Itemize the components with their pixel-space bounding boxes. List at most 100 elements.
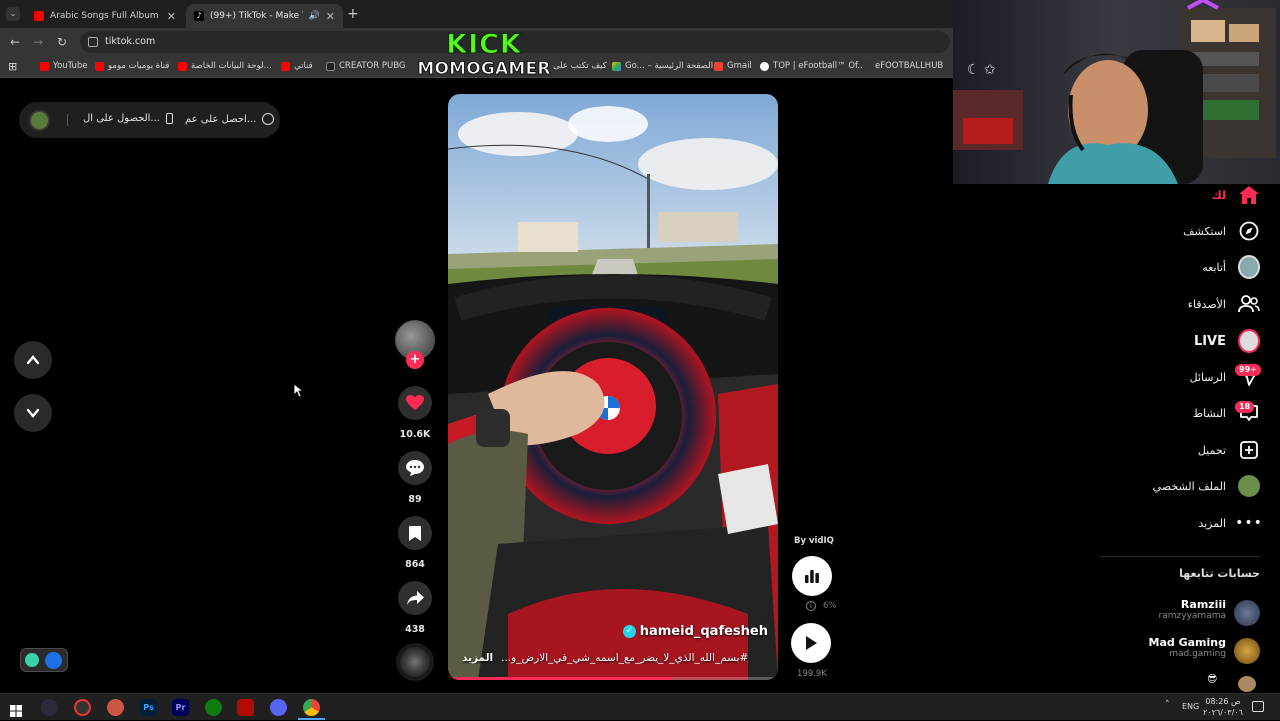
like-button[interactable] — [398, 386, 432, 420]
google-drive-icon — [612, 61, 621, 71]
bookmark-dashboard[interactable]: لوحة البيانات الخاصة... — [178, 61, 272, 71]
tab-arabic-songs[interactable]: Arabic Songs Full Album 🎵 Be ✕ — [26, 4, 184, 28]
account-mad-gaming[interactable]: Mad Gaming mad.gaming — [1149, 636, 1260, 664]
creator-row[interactable]: ✓ hameid_qafesheh — [622, 624, 768, 639]
account-avatar — [1234, 600, 1260, 626]
bookmark-youtube[interactable]: YouTube — [40, 61, 88, 71]
play-icon — [806, 636, 817, 650]
xbox-icon[interactable] — [205, 699, 222, 716]
account-ramziii[interactable]: Ramziii ramzyyamama — [1159, 598, 1260, 626]
caption-row: المزيد #بسم_الله_الذي_لا_يضر_مع_اسمه_شي_… — [462, 652, 768, 664]
account-avatar[interactable] — [1238, 676, 1256, 692]
premiere-icon[interactable]: Pr — [172, 699, 189, 716]
sound-disc[interactable] — [396, 643, 434, 681]
discord-icon[interactable] — [270, 699, 287, 716]
youtube-icon — [281, 61, 290, 71]
get-coins-button[interactable]: احصل على عم... — [185, 113, 275, 125]
tab-search-icon[interactable]: ⌄ — [6, 7, 20, 21]
comment-icon — [406, 460, 424, 476]
video-player[interactable]: ✓ hameid_qafesheh المزيد #بسم_الله_الذي_… — [448, 94, 778, 680]
bookmark-label: CREATOR PUBG — [339, 61, 406, 71]
play-button[interactable] — [791, 623, 831, 663]
notification-icon[interactable] — [1252, 701, 1264, 712]
nav-profile[interactable]: الملف الشخصي — [1153, 471, 1260, 501]
tab-tiktok[interactable]: ♪ (99+) TikTok - Make Your Da 🔊 ✕ — [186, 4, 343, 28]
nav-more[interactable]: المزيد ••• — [1198, 508, 1262, 538]
previous-video-button[interactable] — [14, 341, 52, 379]
obs-icon[interactable] — [41, 699, 58, 716]
language-indicator[interactable]: ENG — [1182, 702, 1199, 711]
clock[interactable]: 08:26 ص ٢٠٢٦/٠٣/٠٦ — [1202, 696, 1244, 718]
nav-label: الرسائل — [1189, 370, 1226, 384]
caption-more-link[interactable]: المزيد — [462, 652, 493, 664]
messages-badge: 99+ — [1235, 364, 1261, 376]
taskbar: Ps Pr ˄ ENG 08:26 ص ٢٠٢٦/٠٣/٠٦ — [0, 693, 1280, 720]
nav-following[interactable]: أتابعه — [1202, 252, 1260, 282]
bookmark-gmail[interactable]: Gmail — [714, 61, 752, 71]
live-avatar-icon — [1238, 329, 1260, 353]
windows-start-icon[interactable] — [10, 702, 22, 717]
nav-for-you[interactable]: لك — [1212, 180, 1260, 210]
chevron-up-icon — [26, 355, 40, 365]
video-progress-bar[interactable] — [448, 677, 778, 680]
creator-icon — [326, 61, 335, 71]
efootball-icon — [760, 61, 769, 71]
youtube-icon — [95, 61, 104, 71]
acrobat-icon[interactable] — [237, 699, 254, 716]
nav-upload[interactable]: تحميل — [1198, 435, 1260, 465]
streamer-name: MOMOGAMER — [417, 59, 551, 80]
bookmark-google-home[interactable]: Go... – الصفحة الرئيسية — [612, 61, 713, 71]
clock-time: 08:26 ص — [1205, 697, 1241, 706]
kick-overlay: KICK MOMOGAMER — [416, 30, 552, 80]
save-button[interactable] — [398, 516, 432, 550]
compass-icon — [262, 113, 275, 125]
back-icon[interactable]: ← — [7, 34, 23, 50]
nav-divider — [1100, 556, 1260, 557]
creator-username[interactable]: hameid_qafesheh — [640, 624, 768, 639]
comment-button[interactable] — [398, 451, 432, 485]
gmail-icon — [714, 61, 723, 71]
nav-label: النشاط — [1192, 406, 1226, 420]
app-icon[interactable] — [74, 699, 91, 716]
nav-friends[interactable]: الأصدقاء — [1188, 289, 1260, 319]
bookmark-creator-pubg[interactable]: CREATOR PUBG — [326, 61, 405, 71]
nav-label: تحميل — [1197, 443, 1226, 457]
nav-label: أتابعه — [1202, 260, 1226, 274]
vidiq-percent: 6% — [823, 601, 837, 611]
bookmark-efootball-top[interactable]: TOP | eFootball™ Of... — [760, 61, 866, 71]
reload-icon[interactable]: ↻ — [54, 34, 70, 50]
bookmark-efootballhub[interactable]: eFOOTBALLHUB — [862, 61, 943, 71]
bookmark-momo-channel[interactable]: قناة يوميات مومو — [95, 61, 169, 71]
follow-button[interactable]: + — [406, 351, 424, 369]
following-avatar-icon — [1238, 255, 1260, 279]
close-tab-icon[interactable]: ✕ — [326, 10, 335, 23]
bookmark-how-to-write[interactable]: كيف تكتب على — [553, 61, 607, 71]
photoshop-icon[interactable]: Ps — [140, 699, 157, 716]
webcam-image: ☾ ✩ — [953, 0, 1280, 184]
url-text: tiktok.com — [105, 36, 156, 47]
account-name: Ramziii — [1180, 598, 1226, 611]
avatar[interactable] — [29, 110, 50, 131]
forward-icon[interactable]: → — [30, 34, 46, 50]
close-tab-icon[interactable]: ✕ — [167, 10, 176, 23]
tray-chevron-up-icon[interactable]: ˄ — [1165, 700, 1170, 710]
new-tab-button[interactable]: + — [347, 6, 359, 22]
share-button[interactable] — [398, 581, 432, 615]
speaker-icon[interactable]: 🔊 — [309, 11, 320, 21]
apps-icon[interactable]: ⊞ — [8, 60, 17, 73]
vidiq-stats-button[interactable] — [792, 556, 832, 596]
nav-live[interactable]: LIVE — [1194, 326, 1260, 356]
chevron-down-icon — [26, 408, 40, 418]
bookmark-my-channel[interactable]: قناتي — [281, 61, 313, 71]
extension-widget[interactable] — [20, 648, 68, 672]
phone-icon — [165, 113, 173, 124]
svg-text:☾ ✩: ☾ ✩ — [967, 62, 996, 78]
tab-title: (99+) TikTok - Make Your Da — [210, 11, 303, 21]
site-info-icon[interactable] — [88, 37, 98, 47]
get-app-button[interactable]: الحصول على ال... — [83, 113, 173, 124]
steam-icon[interactable] — [107, 699, 124, 716]
verified-icon: ✓ — [622, 625, 636, 638]
chrome-icon[interactable] — [303, 699, 320, 716]
next-video-button[interactable] — [14, 394, 52, 432]
nav-explore[interactable]: استكشف — [1183, 216, 1260, 246]
